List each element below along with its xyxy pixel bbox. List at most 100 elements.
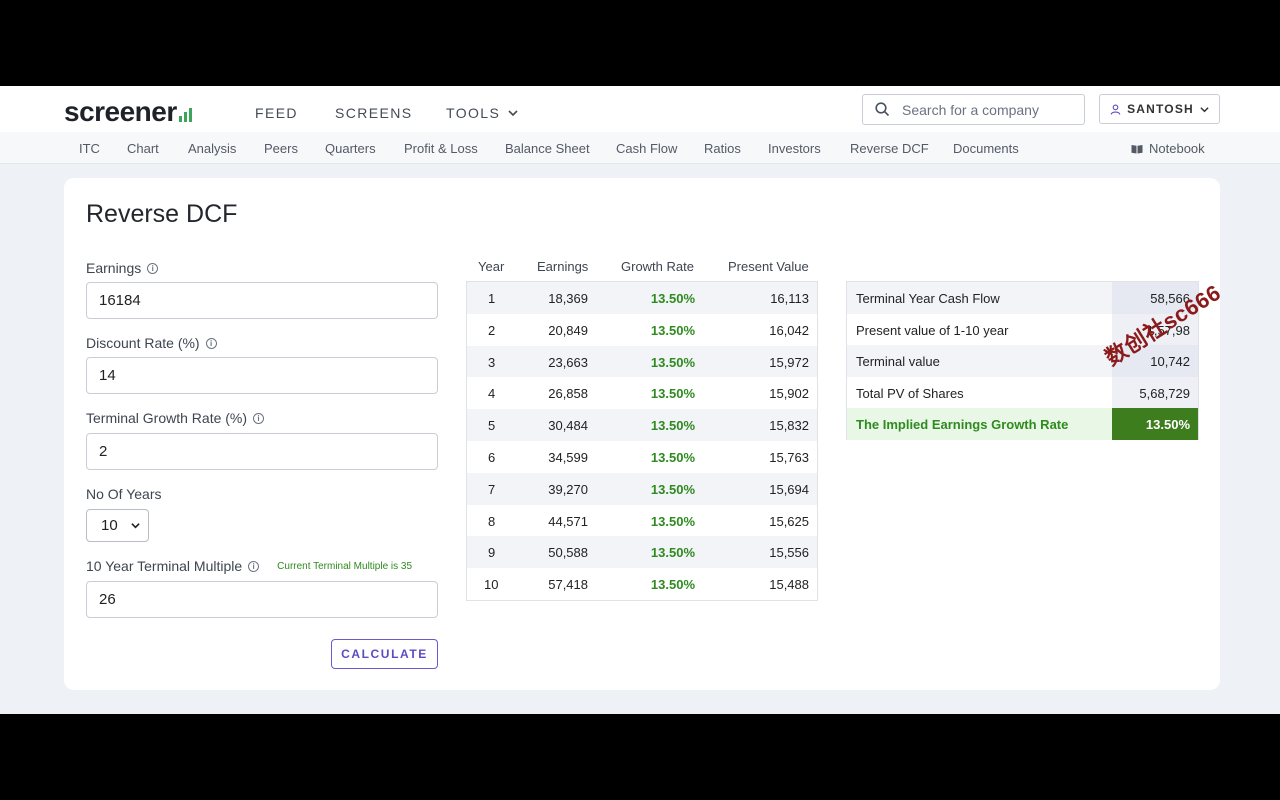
earnings-cell: 50,588 [548, 545, 588, 561]
projection-table: 1 18,369 13.50% 16,113 2 20,849 13.50% 1… [466, 281, 818, 601]
summary-row: Terminal Year Cash Flow 58,566 [847, 282, 1198, 314]
earnings-field[interactable]: 16184 [86, 282, 438, 319]
terminal-multiple-hint: Current Terminal Multiple is 35 [277, 560, 413, 572]
terminal-growth-label-text: Terminal Growth Rate (%) [86, 410, 248, 426]
year-cell: 1 [488, 291, 496, 306]
year-cell: 6 [488, 450, 496, 465]
present-value-cell: 15,556 [769, 545, 809, 561]
growth-rate-cell: 13.50% [650, 354, 695, 370]
table-row: 5 30,484 13.50% 15,832 [467, 409, 817, 441]
page-title: Reverse DCF [86, 200, 238, 228]
column-header-growth-rate: Growth Rate [621, 259, 694, 274]
terminal-multiple-label-text: 10 Year Terminal Multiple [86, 558, 243, 574]
earnings-cell: 18,369 [548, 291, 588, 306]
table-row: 9 50,588 13.50% 15,556 [467, 536, 817, 569]
growth-rate-cell: 13.50% [650, 450, 695, 465]
earnings-cell: 20,849 [548, 322, 588, 338]
table-row: 8 44,571 13.50% 15,625 [467, 505, 817, 537]
years-label-text: No Of Years [86, 486, 162, 502]
earnings-cell: 23,663 [548, 354, 588, 370]
present-value-cell: 15,625 [769, 513, 809, 529]
growth-rate-cell: 13.50% [650, 513, 695, 529]
subnav-chart[interactable]: Chart [127, 141, 159, 156]
subnav-documents[interactable]: Documents [953, 141, 1019, 156]
discount-rate-field[interactable]: 14 [86, 357, 438, 394]
nav-tools-label: TOOLS [446, 105, 501, 121]
subnav-cash-flow[interactable]: Cash Flow [616, 141, 677, 156]
summary-label: Total PV of Shares [856, 385, 964, 401]
summary-value: 5,68,729 [1112, 376, 1198, 409]
present-value-cell: 15,972 [769, 354, 809, 370]
info-icon[interactable]: i [253, 412, 265, 424]
summary-label: Terminal Year Cash Flow [856, 291, 1000, 306]
user-icon [1110, 104, 1121, 115]
table-row: 1 18,369 13.50% 16,113 [467, 282, 817, 314]
subnav-investors[interactable]: Investors [768, 141, 821, 156]
company-subnav: ITC Chart Analysis Peers Quarters Profit… [0, 132, 1280, 164]
user-menu-button[interactable]: SANTOSH [1099, 94, 1220, 124]
info-icon[interactable]: i [248, 560, 260, 572]
terminal-growth-label: Terminal Growth Rate (%) i [86, 410, 265, 426]
table-row: 10 57,418 13.50% 15,488 [467, 568, 817, 600]
present-value-cell: 15,902 [769, 386, 809, 402]
table-row: 4 26,858 13.50% 15,902 [467, 377, 817, 409]
nav-screens[interactable]: SCREENS [335, 105, 412, 121]
nav-feed[interactable]: FEED [255, 105, 298, 121]
terminal-multiple-field[interactable]: 26 [86, 581, 438, 618]
earnings-cell: 26,858 [548, 386, 588, 402]
logo-text: screener [64, 96, 177, 127]
column-header-earnings: Earnings [537, 259, 589, 274]
logo-bars-icon [178, 108, 192, 122]
subnav-quarters[interactable]: Quarters [325, 141, 376, 156]
year-cell: 8 [488, 513, 496, 529]
app-screen: screener FEED SCREENS TOOLS Search for a… [0, 86, 1280, 714]
year-cell: 9 [488, 545, 496, 561]
search-input[interactable]: Search for a company [862, 94, 1085, 125]
top-navbar: screener FEED SCREENS TOOLS Search for a… [0, 86, 1280, 132]
subnav-profit-loss[interactable]: Profit & Loss [404, 141, 478, 156]
subnav-peers[interactable]: Peers [264, 141, 298, 156]
growth-rate-cell: 13.50% [650, 386, 695, 402]
year-cell: 10 [484, 577, 499, 593]
subnav-balance-sheet[interactable]: Balance Sheet [505, 141, 590, 156]
calculate-button[interactable]: CALCULATE [331, 639, 438, 669]
present-value-cell: 15,694 [769, 481, 809, 497]
column-header-present-value: Present Value [728, 259, 809, 274]
terminal-multiple-label: 10 Year Terminal Multiple i Current Term… [86, 558, 412, 574]
growth-rate-cell: 13.50% [650, 481, 695, 497]
earnings-label: Earnings i [86, 260, 159, 276]
reverse-dcf-card: Reverse DCF Earnings i 16184 Discount Ra… [64, 178, 1220, 690]
present-value-cell: 15,763 [769, 450, 809, 465]
implied-growth-row: The Implied Earnings Growth Rate 13.50% [847, 408, 1198, 440]
logo[interactable]: screener [64, 96, 192, 128]
search-icon [875, 102, 890, 117]
info-icon[interactable]: i [147, 262, 159, 274]
subnav-analysis[interactable]: Analysis [188, 141, 236, 156]
growth-rate-cell: 13.50% [650, 418, 695, 434]
years-select[interactable]: 10 [86, 509, 149, 542]
subnav-reverse-dcf[interactable]: Reverse DCF [850, 141, 929, 156]
earnings-cell: 30,484 [548, 418, 588, 434]
nav-tools[interactable]: TOOLS [446, 105, 518, 121]
years-label: No Of Years [86, 486, 162, 502]
chevron-down-icon [131, 523, 140, 529]
discount-rate-label-text: Discount Rate (%) [86, 335, 200, 351]
present-value-cell: 15,488 [769, 577, 809, 593]
implied-growth-label: The Implied Earnings Growth Rate [856, 417, 1069, 433]
discount-rate-label: Discount Rate (%) i [86, 335, 217, 351]
table-row: 3 23,663 13.50% 15,972 [467, 345, 817, 378]
year-cell: 5 [488, 418, 496, 434]
notebook-link[interactable]: Notebook [1131, 141, 1205, 156]
book-icon [1131, 144, 1143, 153]
terminal-growth-field[interactable]: 2 [86, 433, 438, 470]
subnav-itc[interactable]: ITC [79, 141, 100, 156]
summary-table: Terminal Year Cash Flow 58,566 Present v… [846, 281, 1199, 440]
growth-rate-cell: 13.50% [650, 577, 695, 593]
summary-label: Present value of 1-10 year [856, 322, 1009, 338]
notebook-label: Notebook [1149, 141, 1205, 156]
search-placeholder: Search for a company [902, 101, 1039, 118]
subnav-ratios[interactable]: Ratios [704, 141, 741, 156]
summary-row: Total PV of Shares 5,68,729 [847, 376, 1198, 409]
year-cell: 3 [488, 354, 496, 370]
info-icon[interactable]: i [205, 337, 217, 349]
